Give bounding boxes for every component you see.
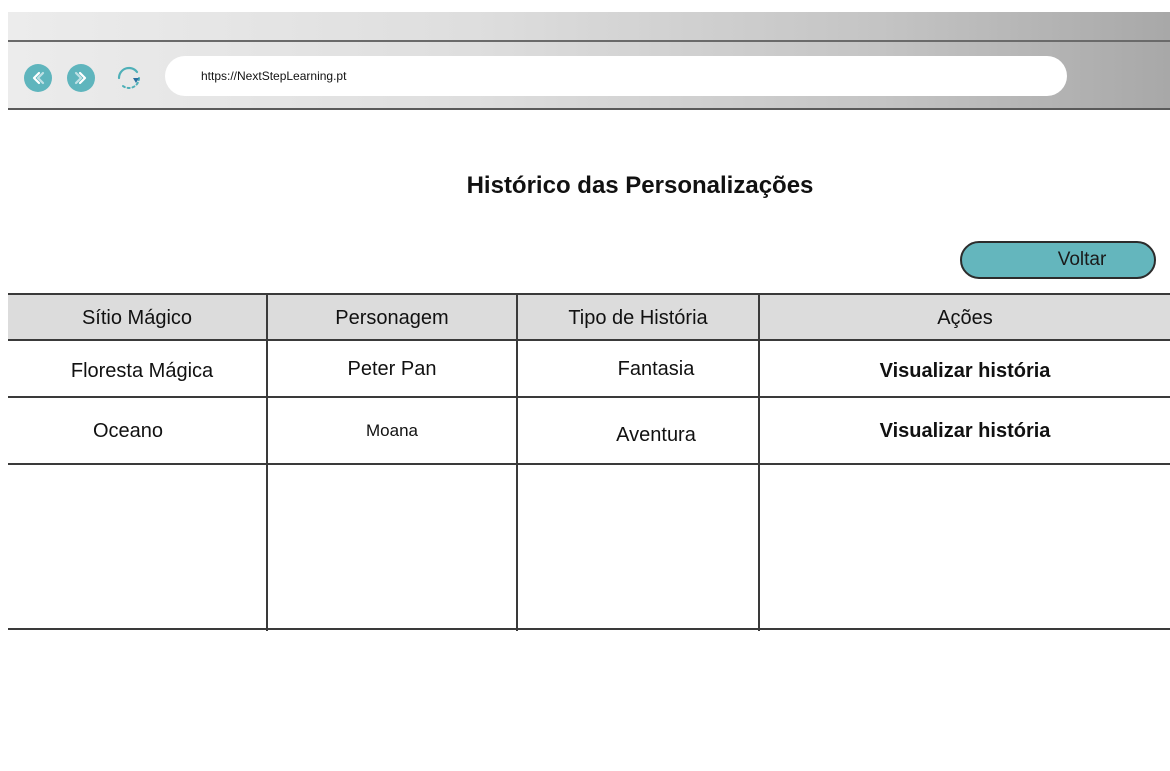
- reload-button[interactable]: [113, 62, 145, 94]
- voltar-button[interactable]: Voltar: [960, 241, 1156, 279]
- table-bottom-border: [8, 628, 1170, 630]
- forward-arrow-icon: [74, 71, 87, 85]
- url-text: https://NextStepLearning.pt: [201, 69, 347, 83]
- column-header-personagem: Personagem: [335, 306, 449, 329]
- view-story-link[interactable]: Visualizar história: [880, 360, 1051, 383]
- view-story-link[interactable]: Visualizar história: [880, 420, 1051, 443]
- toolbar-divider: [8, 40, 1170, 42]
- column-header-tipo: Tipo de História: [568, 306, 708, 329]
- table-cell-personagem: Moana: [366, 421, 418, 440]
- browser-toolbar: https://NextStepLearning.pt: [8, 12, 1170, 110]
- address-bar[interactable]: https://NextStepLearning.pt: [165, 56, 1067, 96]
- back-button[interactable]: [24, 64, 52, 92]
- page: https://NextStepLearning.pt Histórico da…: [0, 0, 1170, 771]
- table-cell-tipo: Aventura: [616, 423, 696, 446]
- reload-icon: [117, 66, 140, 89]
- column-header-sitio: Sítio Mágico: [81, 306, 193, 329]
- back-arrow-icon: [32, 71, 45, 85]
- column-header-acoes: Ações: [937, 306, 993, 329]
- table-cell-personagem: Peter Pan: [347, 357, 437, 380]
- voltar-button-label: Voltar: [1057, 249, 1107, 270]
- table-cell-tipo: Fantasia: [617, 357, 695, 380]
- forward-button[interactable]: [67, 64, 95, 92]
- page-title: Histórico das Personalizações: [466, 172, 814, 199]
- history-table: Sítio Mágico Personagem Tipo de História…: [8, 293, 1170, 631]
- table-cell-sitio: Oceano: [92, 419, 164, 442]
- table-cell-sitio: Floresta Mágica: [70, 359, 214, 382]
